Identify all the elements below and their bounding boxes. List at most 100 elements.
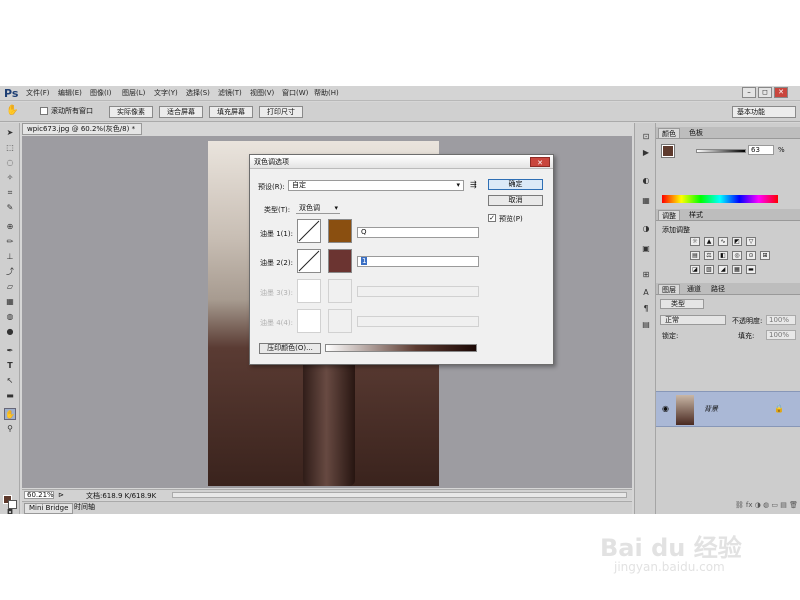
color-panel-icon[interactable]: ◐ [640, 175, 652, 187]
hand-tool-active-icon[interactable]: ✋ [4, 408, 16, 420]
actions-panel-icon[interactable]: ▶ [640, 147, 652, 159]
preview-checkbox[interactable]: ✓ [488, 214, 496, 222]
scroll-all-checkbox[interactable] [40, 107, 48, 115]
visibility-eye-icon[interactable]: ◉ [662, 404, 669, 413]
overprint-colors-button[interactable]: 压印颜色(O)... [259, 343, 321, 354]
vibrance-icon[interactable]: ▽ [746, 237, 756, 246]
document-tab[interactable]: wpic673.jpg @ 60.2%(灰色/8) * [22, 123, 142, 135]
menu-type[interactable]: 文字(Y) [154, 88, 178, 98]
photo-filter-icon[interactable]: ◎ [732, 251, 742, 260]
minimize-button[interactable]: – [742, 87, 756, 98]
zoom-field[interactable]: 60.21% [24, 491, 54, 499]
quick-mask-icon[interactable]: ◘ [4, 507, 16, 514]
brush-panel-icon[interactable]: ⊞ [640, 269, 652, 281]
horizontal-scrollbar[interactable] [172, 492, 627, 498]
swatches-mini-icon[interactable]: ▤ [640, 319, 652, 331]
mini-bridge-tab[interactable]: Mini Bridge [24, 503, 74, 514]
ink1-curve-box[interactable] [297, 219, 321, 243]
timeline-tab[interactable]: 时间轴 [70, 503, 99, 512]
brush-tool-icon[interactable]: ✏ [4, 236, 16, 248]
selective-color-icon[interactable]: ▦ [732, 265, 742, 274]
invert-icon[interactable]: ◪ [690, 265, 700, 274]
channel-mixer-icon[interactable]: ⊙ [746, 251, 756, 260]
opacity-field[interactable]: 100% [766, 315, 796, 325]
color-spectrum[interactable] [662, 195, 778, 203]
menu-select[interactable]: 选择(S) [186, 88, 210, 98]
menu-file[interactable]: 文件(F) [26, 88, 50, 98]
ink2-color-swatch[interactable] [328, 249, 352, 273]
hue-icon[interactable]: ▤ [690, 251, 700, 260]
status-menu-icon[interactable]: ⊳ [58, 491, 64, 499]
styles-tab[interactable]: 样式 [686, 210, 706, 220]
shape-tool-icon[interactable]: ▬ [4, 390, 16, 402]
threshold-icon[interactable]: ◢ [718, 265, 728, 274]
cancel-button[interactable]: 取消 [488, 195, 543, 206]
fill-field[interactable]: 100% [766, 330, 796, 340]
paths-tab[interactable]: 路径 [708, 284, 728, 294]
ink2-name-field[interactable]: 1 [357, 256, 479, 267]
layer-actions-icons[interactable]: ⛓ fx ◑ ◍ ▭ ▤ 🗑 [658, 501, 798, 509]
paragraph-panel-icon[interactable]: ¶ [640, 303, 652, 315]
zoom-tool-icon[interactable]: ⚲ [4, 423, 16, 435]
curves-icon[interactable]: ∿ [718, 237, 728, 246]
ok-button[interactable]: 确定 [488, 179, 543, 190]
adjust-tab[interactable]: 调整 [658, 210, 680, 220]
marquee-tool-icon[interactable]: ⬚ [4, 142, 16, 154]
color-value-field[interactable]: 63 [748, 145, 774, 155]
pen-tool-icon[interactable]: ✒ [4, 345, 16, 357]
actual-pixels-button[interactable]: 实际像素 [109, 106, 153, 118]
balance-icon[interactable]: ⚖ [704, 251, 714, 260]
bw-icon[interactable]: ◧ [718, 251, 728, 260]
preset-select[interactable]: 自定 ▾ [288, 180, 464, 191]
stamp-tool-icon[interactable]: ⊥ [4, 251, 16, 263]
swatches-panel-icon[interactable]: ▦ [640, 195, 652, 207]
gradient-tool-icon[interactable]: ▦ [4, 296, 16, 308]
eraser-tool-icon[interactable]: ▱ [4, 281, 16, 293]
layer-row-background[interactable]: ◉ 背景 🔒 [656, 391, 800, 427]
history-brush-icon[interactable]: ⤴ [4, 266, 16, 278]
color-swatch[interactable] [661, 144, 675, 158]
print-size-button[interactable]: 打印尺寸 [259, 106, 303, 118]
maximize-button[interactable]: ◻ [758, 87, 772, 98]
lasso-tool-icon[interactable]: ◌ [4, 157, 16, 169]
menu-window[interactable]: 窗口(W) [282, 88, 308, 98]
layer-kind-filter[interactable]: 类型 [660, 299, 704, 309]
brightness-icon[interactable]: ☼ [690, 237, 700, 246]
dialog-titlebar[interactable]: 双色调选项 ✕ [250, 155, 553, 169]
healing-tool-icon[interactable]: ⊕ [4, 221, 16, 233]
path-select-icon[interactable]: ↖ [4, 375, 16, 387]
ink1-name-field[interactable]: Q [357, 227, 479, 238]
posterize-icon[interactable]: ▧ [704, 265, 714, 274]
swatches-tab[interactable]: 色板 [686, 128, 706, 138]
menu-edit[interactable]: 编辑(E) [58, 88, 82, 98]
ink2-curve-box[interactable] [297, 249, 321, 273]
history-panel-icon[interactable]: ⊡ [640, 131, 652, 143]
blend-mode-select[interactable]: 正常 [660, 315, 726, 325]
hand-tool-icon[interactable]: ✋ [6, 105, 18, 116]
move-tool-icon[interactable]: ➤ [4, 127, 16, 139]
dialog-close-button[interactable]: ✕ [530, 157, 550, 167]
layers-tab[interactable]: 图层 [658, 284, 680, 294]
eyedropper-tool-icon[interactable]: ✎ [4, 202, 16, 214]
dodge-tool-icon[interactable]: ● [4, 326, 16, 338]
lookup-icon[interactable]: ⊞ [760, 251, 770, 260]
menu-layer[interactable]: 图层(L) [122, 88, 145, 98]
quick-select-tool-icon[interactable]: ✧ [4, 172, 16, 184]
workspace-select[interactable]: 基本功能 [732, 106, 796, 118]
ink1-color-swatch[interactable] [328, 219, 352, 243]
gradient-map-icon[interactable]: ▬ [746, 265, 756, 274]
type-select[interactable]: 双色调 ▾ [296, 203, 340, 214]
fit-screen-button[interactable]: 适合屏幕 [159, 106, 203, 118]
menu-filter[interactable]: 滤镜(T) [218, 88, 242, 98]
gray-slider[interactable] [696, 149, 746, 153]
color-tab[interactable]: 颜色 [658, 128, 680, 138]
menu-image[interactable]: 图像(I) [90, 88, 112, 98]
blur-tool-icon[interactable]: ◍ [4, 311, 16, 323]
preset-menu-icon[interactable]: ⇶ [470, 180, 477, 189]
crop-tool-icon[interactable]: ⌗ [4, 187, 16, 199]
close-window-button[interactable]: ✕ [774, 87, 788, 98]
levels-icon[interactable]: ▲ [704, 237, 714, 246]
character-panel-icon[interactable]: A [640, 287, 652, 299]
adjust-panel-icon[interactable]: ◑ [640, 223, 652, 235]
menu-view[interactable]: 视图(V) [250, 88, 274, 98]
